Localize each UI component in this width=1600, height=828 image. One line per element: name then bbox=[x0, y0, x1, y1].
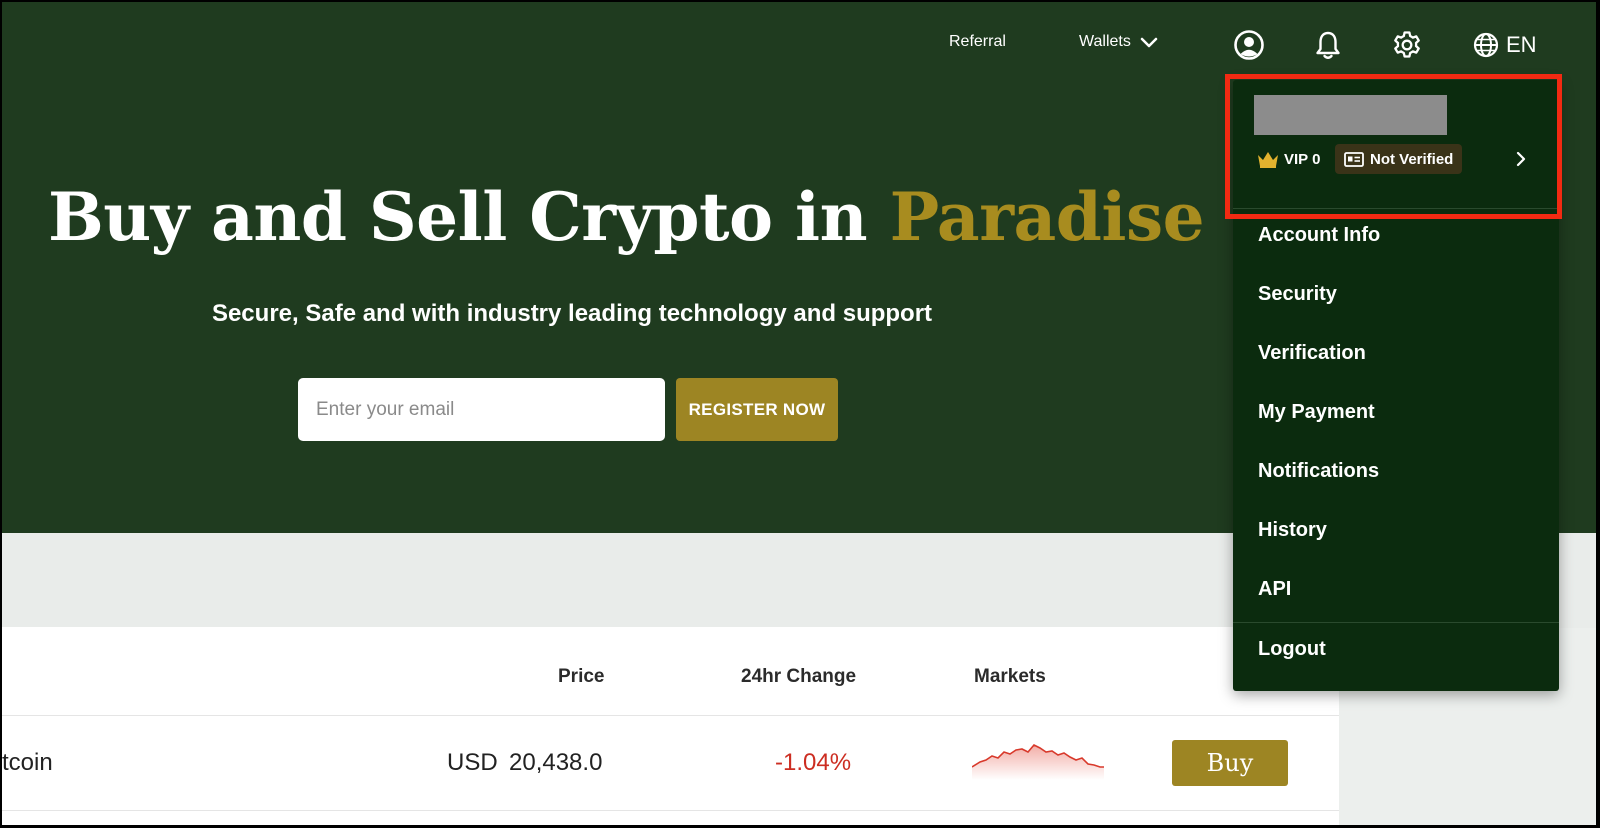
menu-item-my-payment[interactable]: My Payment bbox=[1258, 401, 1375, 424]
menu-item-api[interactable]: API bbox=[1258, 578, 1291, 601]
hero-title: Buy and Sell Crypto in Paradise bbox=[48, 178, 1205, 256]
table-divider bbox=[2, 810, 1339, 811]
user-circle-icon[interactable] bbox=[1232, 28, 1266, 62]
app-window: Referral Wallets EN Buy and Sell Crypto … bbox=[2, 2, 1596, 825]
wallets-menu[interactable]: Wallets bbox=[1079, 33, 1159, 51]
menu-item-notifications[interactable]: Notifications bbox=[1258, 460, 1379, 483]
table-divider bbox=[2, 715, 1339, 716]
buy-button[interactable]: Buy bbox=[1172, 740, 1288, 786]
menu-item-security[interactable]: Security bbox=[1258, 283, 1337, 306]
menu-item-logout[interactable]: Logout bbox=[1258, 638, 1326, 661]
verification-status-label: Not Verified bbox=[1370, 150, 1454, 168]
chevron-down-icon bbox=[1141, 37, 1158, 48]
redacted-username bbox=[1254, 95, 1447, 135]
wallets-label: Wallets bbox=[1079, 33, 1131, 50]
referral-link[interactable]: Referral bbox=[949, 33, 1006, 51]
language-selector[interactable]: EN bbox=[1472, 31, 1537, 59]
menu-item-verification[interactable]: Verification bbox=[1258, 342, 1366, 365]
change-value: -1.04% bbox=[775, 749, 852, 776]
hero-title-main: Buy and Sell Crypto in bbox=[48, 178, 890, 256]
vip-level: VIP 0 bbox=[1256, 146, 1320, 172]
id-card-icon bbox=[1344, 151, 1364, 167]
menu-divider bbox=[1233, 622, 1559, 623]
column-header-change: 24hr Change bbox=[741, 666, 857, 687]
globe-icon bbox=[1473, 32, 1499, 58]
hero-subtitle: Secure, Safe and with industry leading t… bbox=[211, 300, 933, 327]
market-sparkline bbox=[972, 744, 1104, 780]
menu-item-history[interactable]: History bbox=[1258, 519, 1327, 542]
register-now-button[interactable]: REGISTER NOW bbox=[676, 378, 838, 441]
crown-icon bbox=[1258, 152, 1278, 168]
column-header-markets: Markets bbox=[974, 666, 1046, 687]
verification-status-badge: Not Verified bbox=[1335, 144, 1463, 174]
price-value: 20,438.0 bbox=[509, 749, 603, 776]
account-dropdown: VIP 0 Not Verified Account Info Security… bbox=[1233, 80, 1559, 691]
chevron-right-icon bbox=[1516, 151, 1526, 167]
email-input[interactable] bbox=[298, 378, 665, 441]
price-currency: USD bbox=[447, 749, 498, 776]
markets-table bbox=[2, 627, 1339, 825]
gear-icon[interactable] bbox=[1390, 28, 1424, 62]
account-summary[interactable]: VIP 0 Not Verified bbox=[1233, 80, 1559, 208]
menu-divider bbox=[1233, 208, 1559, 209]
menu-item-account-info[interactable]: Account Info bbox=[1258, 224, 1380, 247]
coin-name: tcoin bbox=[2, 749, 53, 776]
column-header-price: Price bbox=[558, 666, 605, 687]
bell-icon[interactable] bbox=[1311, 28, 1345, 62]
language-label: EN bbox=[1506, 32, 1537, 57]
hero-title-accent: Paradise bbox=[889, 178, 1205, 256]
vip-label: VIP 0 bbox=[1284, 150, 1321, 168]
